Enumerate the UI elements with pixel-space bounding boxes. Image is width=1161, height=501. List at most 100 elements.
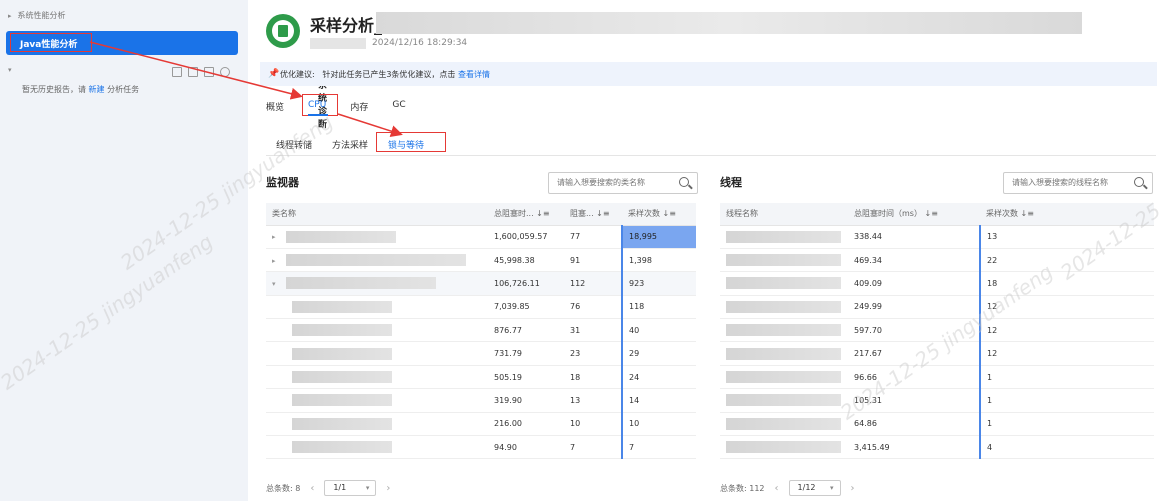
blurred-text [286,230,396,243]
cell-thread-name [720,225,848,249]
search-icon[interactable] [1134,177,1144,187]
empty-state: 暂无历史报告，请 新建 分析任务 [22,84,139,95]
col-total-block[interactable]: 总阻塞时... ↓≡ [488,203,564,226]
tab-cpu[interactable]: CPU [302,94,339,116]
cell-thread-name [720,248,848,273]
cell-total-block: 876.77 [488,318,564,343]
sidebar: ▸ 系统性能分析 Java性能分析 ▾ 系统诊断 暂无历史报告，请 新建 分析任… [0,0,327,501]
table-row[interactable]: ▸ 1,600,059.57 77 18,995 [266,225,696,249]
blurred-text [726,254,841,267]
col-sample-count[interactable]: 采样次数 ↓≡ [622,203,696,226]
tab-memory[interactable]: 内存 [350,100,368,113]
table-row[interactable]: 505.19 18 24 [266,365,696,390]
new-file-icon[interactable] [172,67,182,77]
threads-search[interactable] [1003,172,1153,194]
col-block[interactable]: 阻塞... ↓≡ [564,203,622,226]
cell-class-name [266,365,488,390]
table-row[interactable]: 105.31 1 [720,388,1154,413]
empty-text: 暂无历史报告，请 [22,85,86,94]
import-icon[interactable] [188,67,198,77]
next-page-icon[interactable]: › [851,483,855,494]
cell-sample-count: 18 [979,271,1154,296]
table-row[interactable]: 64.86 1 [720,412,1154,437]
threads-search-input[interactable] [1012,178,1122,187]
col-total-block-time[interactable]: 总阻塞时间（ms） ↓≡ [848,203,980,226]
monitor-search[interactable] [548,172,698,194]
table-row[interactable]: 338.44 13 [720,225,1154,249]
sidebar-item-java-perf[interactable]: Java性能分析 [6,31,238,55]
tab-method-sampling[interactable]: 方法采样 [332,138,368,151]
table-row[interactable]: 217.67 12 [720,341,1154,366]
table-row[interactable]: 319.90 13 14 [266,388,696,413]
table-row[interactable]: ▾ 106,726.11 112 923 [266,271,696,296]
expand-icon[interactable]: ▾ [272,280,286,288]
cell-total-block-time: 249.99 [848,295,980,320]
blurred-text [292,324,392,337]
table-row[interactable]: 597.70 12 [720,318,1154,343]
table-row[interactable]: 7,039.85 76 118 [266,295,696,320]
blurred-text [292,371,392,384]
tab-overview[interactable]: 概览 [266,100,284,113]
table-row[interactable]: 216.00 10 10 [266,412,696,437]
cell-block: 7 [564,435,622,460]
cell-sample-count: 7 [621,435,696,460]
cell-thread-name [720,271,848,296]
chevron-down-icon: ▾ [365,484,370,492]
sidebar-item-system-perf[interactable]: ▸ 系统性能分析 [8,10,66,21]
table-row[interactable]: 409.09 18 [720,271,1154,296]
cell-class-name [266,318,488,343]
sidebar-item-label: 系统性能分析 [17,11,66,20]
tab-underline [308,114,329,116]
table-row[interactable]: 249.99 12 [720,295,1154,320]
new-task-link[interactable]: 新建 [89,85,105,94]
next-page-icon[interactable]: › [386,483,390,494]
cell-sample-count: 4 [979,435,1154,460]
page-value: 1/1 [333,483,347,492]
tab-lock-wait[interactable]: 锁与等待 [376,132,447,152]
prev-page-icon[interactable]: ‹ [310,483,314,494]
refresh-icon[interactable] [220,67,230,77]
blurred-text [726,417,841,430]
table-row[interactable]: 876.77 31 40 [266,318,696,343]
cell-total-block-time: 469.34 [848,248,980,273]
prev-page-icon[interactable]: ‹ [775,483,779,494]
task-logo-icon [266,14,300,48]
table-row[interactable]: 3,415.49 4 [720,435,1154,460]
monitor-title: 监视器 [266,176,299,189]
view-details-link[interactable]: 查看详情 [458,70,490,79]
export-icon[interactable] [204,67,214,77]
table-row[interactable]: 96.66 1 [720,365,1154,390]
sidebar-section-diag[interactable]: ▾ 系统诊断 [8,66,327,130]
table-row[interactable]: 94.90 7 7 [266,435,696,460]
advice-body: 针对此任务已产生3条优化建议，点击 [322,70,456,79]
tab-gc[interactable]: GC [392,100,405,113]
pin-icon: 📌 [268,69,280,79]
col-class-name[interactable]: 类名称 [266,203,488,226]
table-row[interactable]: 469.34 22 [720,248,1154,273]
search-icon[interactable] [679,177,689,187]
arrow-2 [337,113,403,137]
expand-icon[interactable]: ▸ [272,233,286,241]
blurred-text [726,394,841,407]
cell-block: 31 [564,318,622,343]
cell-sample-count: 22 [979,248,1154,273]
cell-sample-count: 10 [621,412,696,437]
blurred-text [292,417,392,430]
cell-class-name: ▸ [266,225,488,249]
table-row[interactable]: 731.79 23 29 [266,341,696,366]
monitor-search-input[interactable] [557,178,667,187]
cell-sample-count: 13 [979,225,1154,249]
expand-icon[interactable]: ▸ [272,257,286,265]
col-thread-name[interactable]: 线程名称 [720,203,848,226]
table-row[interactable]: ▸ 45,998.38 91 1,398 [266,248,696,273]
monitor-pager: 总条数: 8 ‹ 1/1 ▾ › [266,480,390,496]
pager-total: 总条数: 8 [266,483,300,494]
cell-block: 10 [564,412,622,437]
cell-block: 18 [564,365,622,390]
cell-thread-name [720,412,848,437]
page-select[interactable]: 1/1 ▾ [324,480,377,496]
cell-thread-name [720,435,848,460]
tab-thread-dump[interactable]: 线程转储 [276,138,312,151]
col-sample-count[interactable]: 采样次数 ↓≡ [980,203,1154,226]
page-select[interactable]: 1/12 ▾ [788,480,841,496]
